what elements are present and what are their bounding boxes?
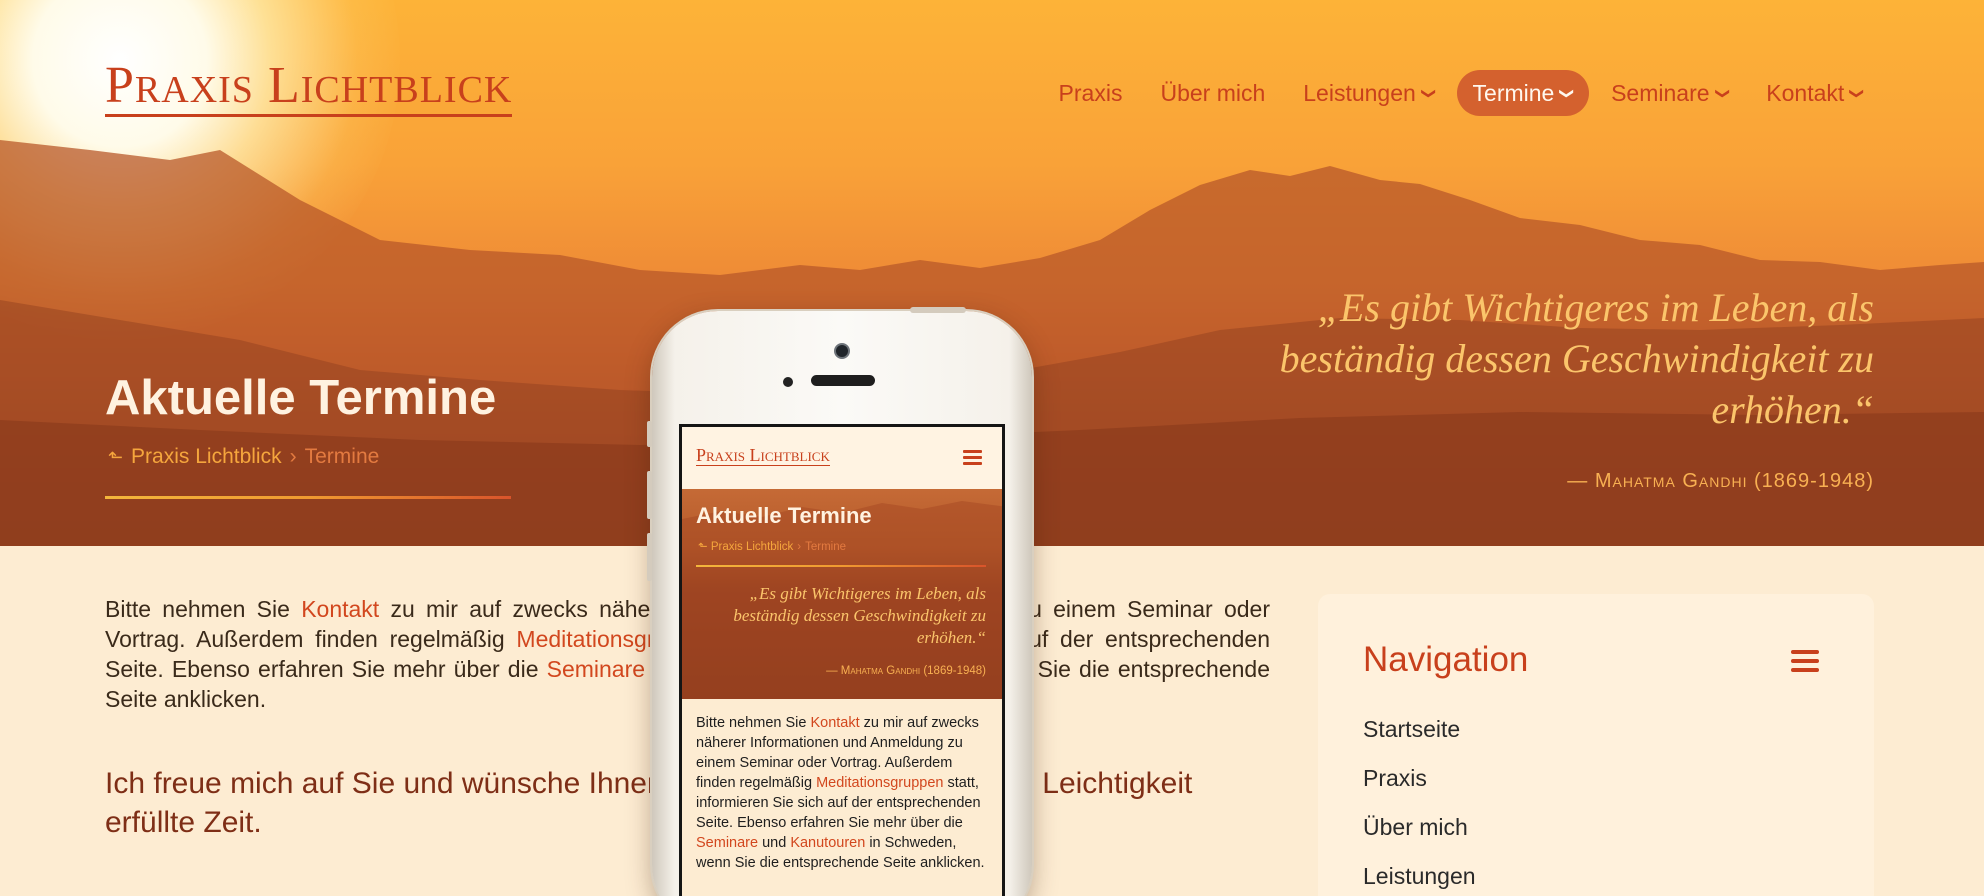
nav-item-seminare[interactable]: Seminare ❯: [1595, 70, 1744, 116]
mobile-page-title: Aktuelle Termine: [696, 503, 872, 528]
phone-volume-up: [647, 471, 652, 519]
chevron-down-icon: ❯: [1714, 87, 1731, 99]
sidebar-heading: Navigation: [1363, 640, 1529, 679]
mobile-breadcrumb-current: Termine: [805, 541, 847, 553]
breadcrumb-home-link[interactable]: Praxis Lichtblick: [131, 445, 282, 469]
mobile-breadcrumb-separator: ›: [797, 541, 802, 553]
sidebar-list: Startseite Praxis Über mich Leistungen: [1363, 716, 1476, 896]
mobile-link-kontakt[interactable]: Kontakt: [810, 715, 859, 731]
mobile-intro-paragraph: Bitte nehmen Sie Kontakt zu mir auf zwec…: [682, 699, 1002, 873]
title-underline: [105, 496, 511, 499]
nav-item-praxis[interactable]: Praxis: [1043, 70, 1139, 116]
site-logo[interactable]: Praxis Lichtblick: [105, 60, 513, 117]
phone-power-button: [910, 307, 966, 313]
sidebar-item-ueber-mich[interactable]: Über mich: [1363, 814, 1476, 863]
breadcrumb: ⬑ Praxis Lichtblick › Termine: [108, 445, 379, 469]
arrow-up-icon: ⬑: [698, 541, 708, 553]
hero-quote: „Es gibt Wichtigeres im Leben, als bestä…: [1279, 285, 1874, 432]
nav-item-termine[interactable]: Termine ❯: [1456, 70, 1590, 116]
sidebar-item-praxis[interactable]: Praxis: [1363, 765, 1476, 814]
mobile-link-meditationsgruppen[interactable]: Meditationsgruppen: [816, 775, 943, 791]
page-title: Aktuelle Termine: [105, 371, 497, 425]
breadcrumb-separator: ›: [289, 445, 297, 468]
phone-sensor: [783, 377, 793, 387]
mobile-breadcrumb-home-link[interactable]: Praxis Lichtblick: [711, 541, 793, 553]
hamburger-icon[interactable]: [1791, 650, 1819, 672]
link-kontakt[interactable]: Kontakt: [301, 596, 379, 622]
phone-volume-down: [647, 533, 652, 581]
phone-speaker: [811, 375, 875, 386]
arrow-up-icon: ⬑: [108, 446, 124, 467]
main-navigation: Praxis Über mich Leistungen ❯ Termine ❯ Se…: [1037, 70, 1879, 116]
mobile-hero: Aktuelle Termine ⬑ Praxis Lichtblick › Ter…: [682, 489, 1002, 699]
chevron-down-icon: ❯: [1559, 87, 1576, 99]
phone-mockup: Praxis Lichtblick Aktuelle Termine ⬑ Pra…: [647, 307, 1032, 896]
phone-screen: Praxis Lichtblick Aktuelle Termine ⬑ Pra…: [679, 424, 1005, 896]
mobile-site-logo[interactable]: Praxis Lichtblick: [696, 446, 830, 466]
intro-text: Bitte nehmen Sie: [105, 596, 302, 622]
nav-item-ueber-mich[interactable]: Über mich: [1144, 70, 1281, 116]
chevron-down-icon: ❯: [1849, 87, 1866, 99]
chevron-down-icon: ❯: [1421, 87, 1438, 99]
mobile-breadcrumb: ⬑ Praxis Lichtblick › Termine: [698, 539, 846, 553]
nav-item-kontakt[interactable]: Kontakt ❯: [1750, 70, 1879, 116]
hero-quote-citation: — Mahatma Gandhi (1869-1948): [1567, 470, 1874, 492]
mobile-header: Praxis Lichtblick: [682, 427, 1002, 489]
phone-camera: [834, 343, 850, 359]
breadcrumb-current: Termine: [304, 445, 380, 468]
hamburger-icon[interactable]: [963, 450, 982, 465]
mobile-link-seminare[interactable]: Seminare: [696, 835, 758, 851]
sidebar-item-leistungen[interactable]: Leistungen: [1363, 863, 1476, 896]
mobile-intro-text: und: [758, 835, 791, 851]
phone-mute-switch: [647, 421, 652, 447]
nav-item-leistungen[interactable]: Leistungen ❯: [1287, 70, 1450, 116]
mobile-quote-citation: — Mahatma Gandhi (1869-1948): [826, 665, 986, 677]
sidebar-navigation: Navigation Startseite Praxis Über mich L…: [1318, 594, 1874, 896]
mobile-title-underline: [696, 565, 986, 567]
mobile-link-kanutouren[interactable]: Kanutouren: [790, 835, 865, 851]
mobile-hero-quote: „Es gibt Wichtigeres im Leben, als bestä…: [733, 584, 986, 647]
sidebar-item-startseite[interactable]: Startseite: [1363, 716, 1476, 765]
link-seminare[interactable]: Seminare: [547, 656, 645, 682]
mobile-intro-text: Bitte nehmen Sie: [696, 715, 811, 731]
